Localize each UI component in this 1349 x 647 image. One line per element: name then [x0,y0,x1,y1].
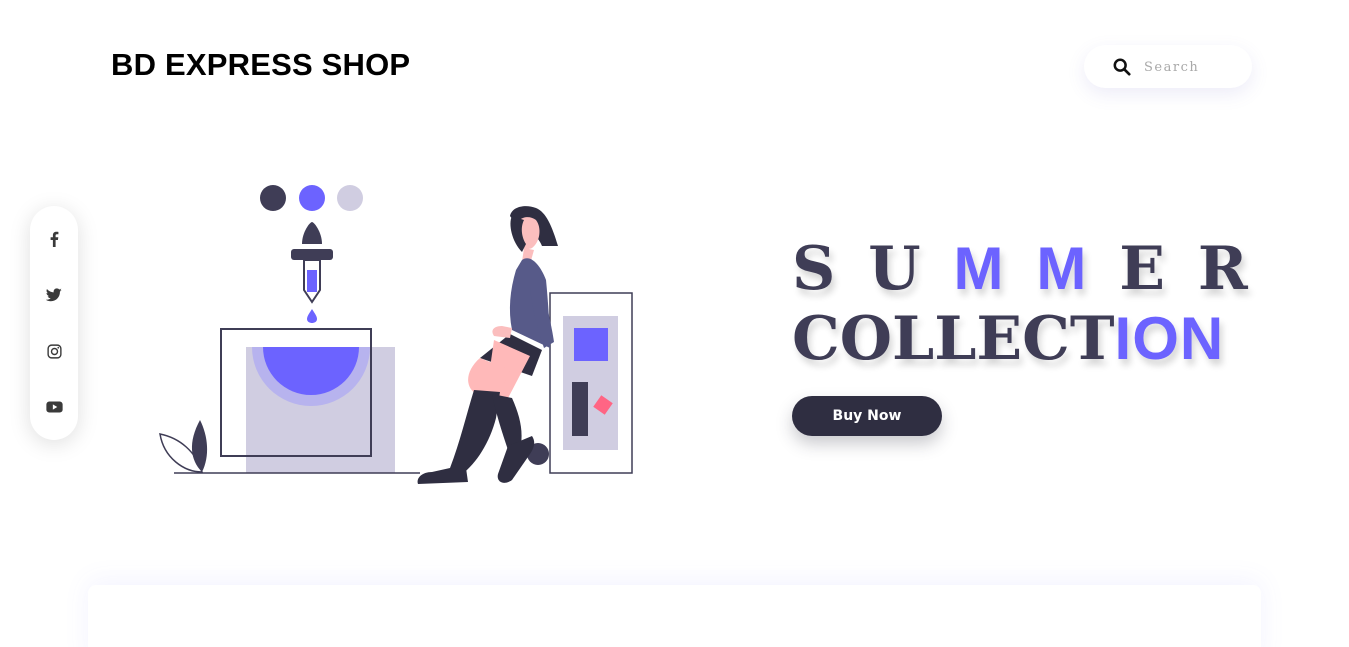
facebook-icon [50,231,59,247]
search-box[interactable] [1084,45,1252,88]
search-icon[interactable] [1113,58,1131,76]
headline-letter-accent: M [953,235,1006,302]
youtube-icon [45,401,63,413]
search-input[interactable] [1144,55,1239,79]
headline-letter: S [792,234,838,304]
twitter-icon [46,288,62,302]
dropper-icon [291,222,333,323]
instagram-link[interactable] [44,341,64,361]
headline-collect: COLLECT [792,304,1115,374]
facebook-link[interactable] [44,229,64,249]
hero-illustration [159,185,633,484]
headline-line-summer: S U M M E R [792,235,1262,303]
headline-letter: U [868,234,923,304]
headline-letter: E [1119,234,1167,304]
instagram-icon [46,343,62,359]
buy-now-button[interactable]: Buy Now [792,396,942,436]
youtube-link[interactable] [44,397,64,417]
social-sidebar [30,206,78,440]
hero-headline: S U M M E R COLLECTION [792,235,1262,375]
headline-ion-accent: ION [1114,305,1225,372]
headline-letter: R [1197,234,1250,304]
headline-line-collection: COLLECTION [792,303,1262,375]
woman-figure [417,206,558,484]
brand-logo[interactable]: BD EXPRESS SHOP [111,47,410,83]
content-card [88,585,1261,647]
color-dot-light [337,185,363,211]
color-dot-dark [260,185,286,211]
headline-letter-accent: M [1036,235,1089,302]
color-dot-accent [299,185,325,211]
twitter-link[interactable] [44,285,64,305]
